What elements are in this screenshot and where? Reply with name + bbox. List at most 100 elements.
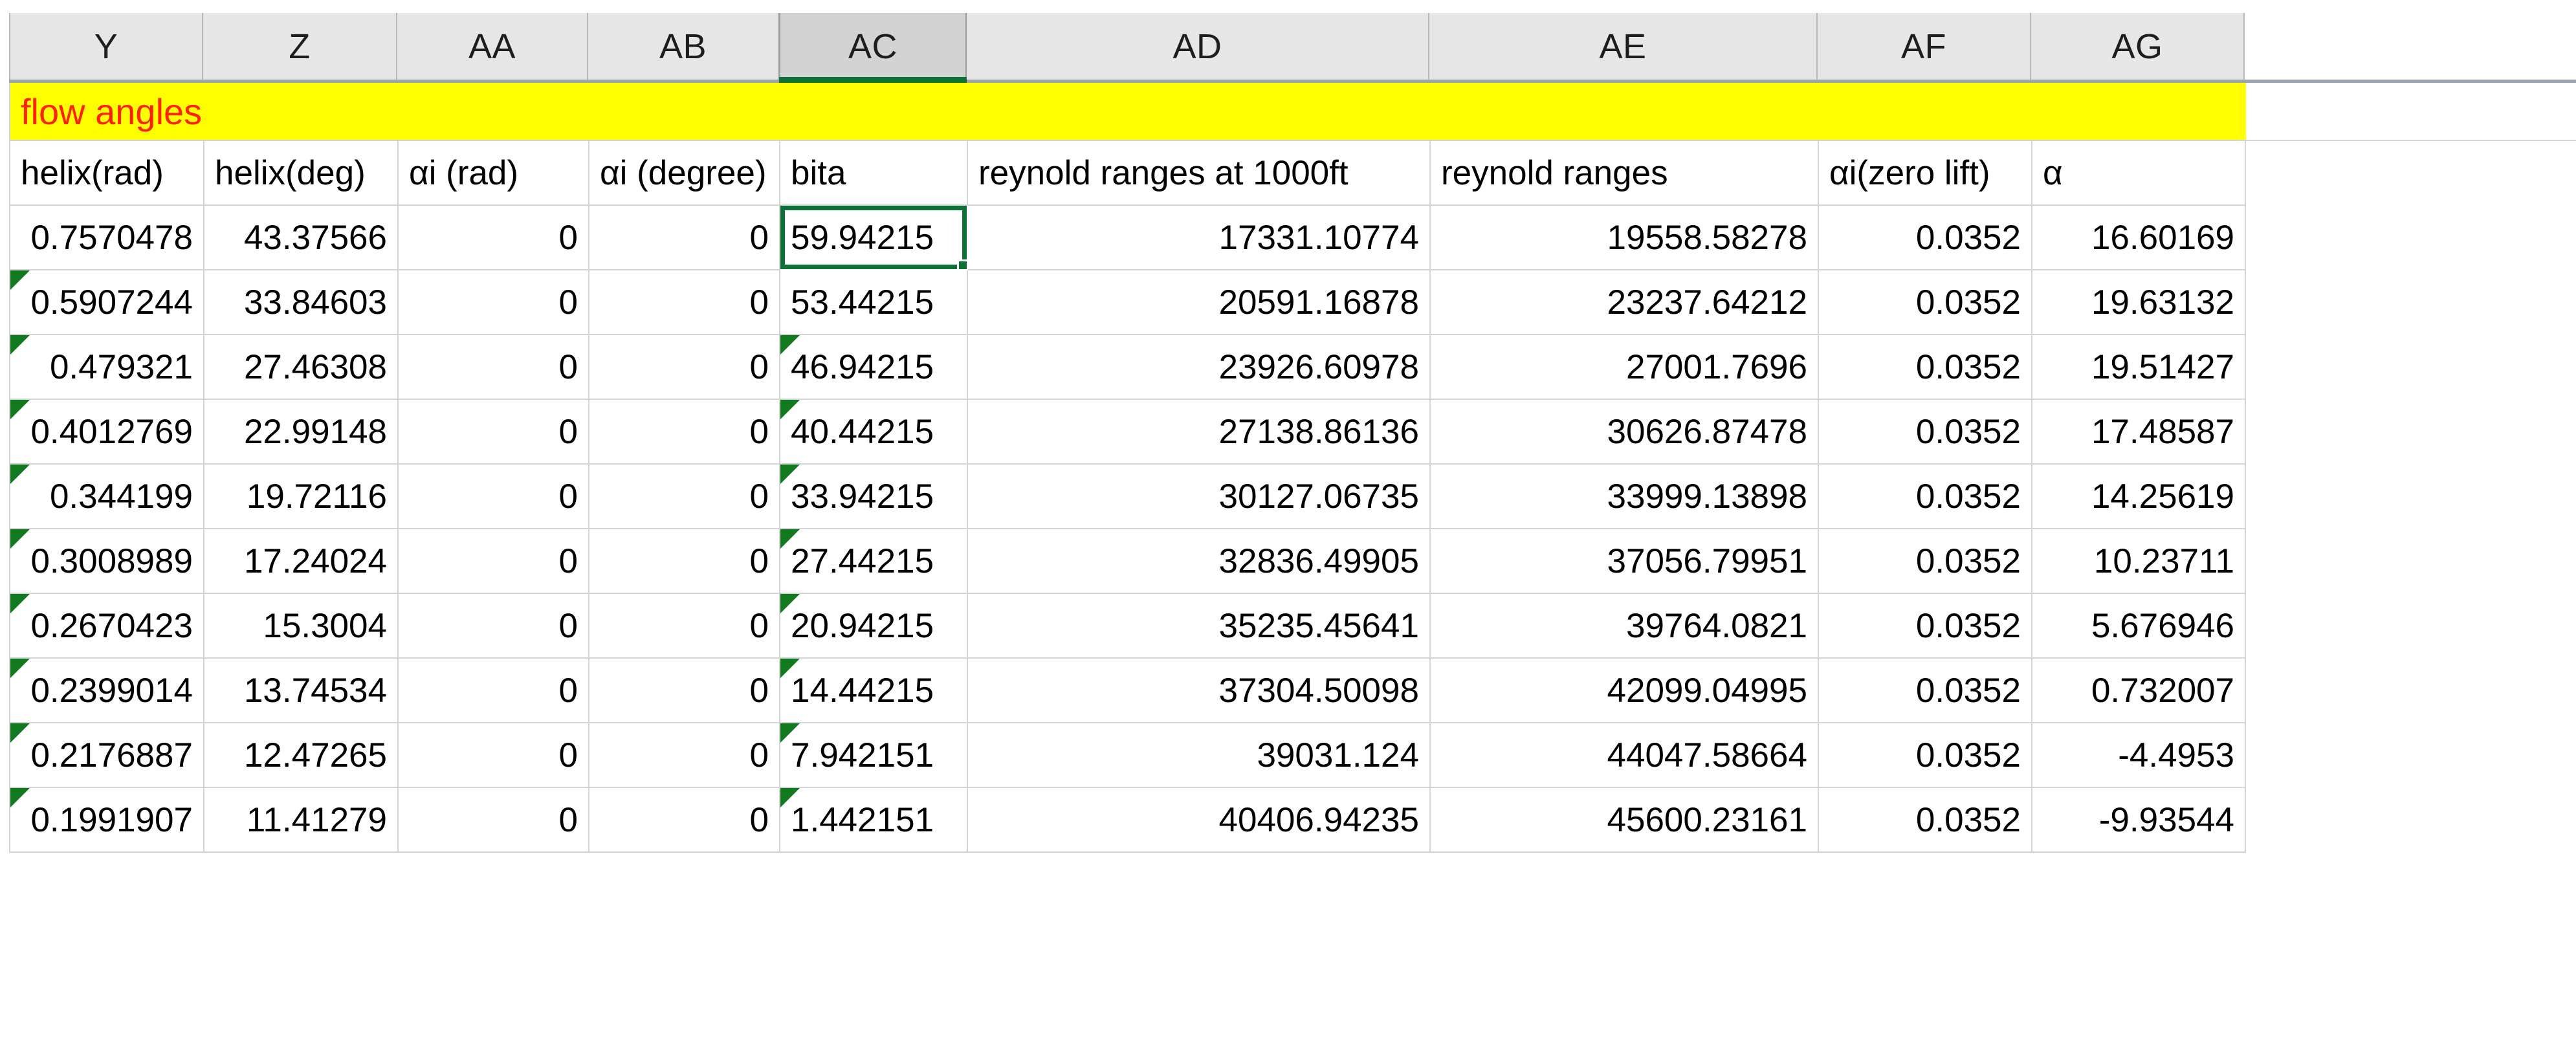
cell-reynold-ranges[interactable]: 45600.23161 — [1431, 788, 1819, 853]
cell-reynold-1000ft[interactable]: 23926.60978 — [968, 335, 1431, 400]
column-header-af[interactable]: AF — [1818, 13, 2031, 80]
cell-alpha[interactable]: 16.60169 — [2032, 206, 2246, 270]
cell-helix-deg[interactable]: 19.72116 — [204, 465, 399, 529]
cell-reynold-1000ft[interactable]: 30127.06735 — [968, 465, 1431, 529]
column-header-y[interactable]: Y — [9, 13, 203, 80]
cell-ai-degree[interactable]: 0 — [589, 335, 780, 400]
cell-helix-rad[interactable]: 0.7570478 — [10, 206, 204, 270]
cell-bita[interactable]: 14.44215 — [780, 659, 968, 723]
cell-reynold-1000ft[interactable]: 32836.49905 — [968, 529, 1431, 594]
cell-ai-zero-lift[interactable]: 0.0352 — [1819, 335, 2032, 400]
cell-ai-rad[interactable]: 0 — [399, 335, 589, 400]
cell-ai-zero-lift[interactable]: 0.0352 — [1819, 529, 2032, 594]
cell-helix-deg[interactable]: 33.84603 — [204, 270, 399, 335]
column-header-aa[interactable]: AA — [397, 13, 588, 80]
cell-alpha[interactable]: -9.93544 — [2032, 788, 2246, 853]
cell-reynold-1000ft[interactable]: 27138.86136 — [968, 400, 1431, 465]
cell-reynold-ranges[interactable]: 42099.04995 — [1431, 659, 1819, 723]
cell-ai-degree[interactable]: 0 — [589, 270, 780, 335]
cell-ai-degree[interactable]: 0 — [589, 465, 780, 529]
cell-reynold-ranges[interactable]: 27001.7696 — [1431, 335, 1819, 400]
field-label-2[interactable]: αi (rad) — [399, 141, 589, 206]
cell-ai-rad[interactable]: 0 — [399, 270, 589, 335]
field-label-8[interactable]: α — [2032, 141, 2246, 206]
cell-helix-rad[interactable]: 0.5907244 — [10, 270, 204, 335]
field-label-4[interactable]: bita — [780, 141, 968, 206]
cell-ai-rad[interactable]: 0 — [399, 788, 589, 853]
field-label-1[interactable]: helix(deg) — [204, 141, 399, 206]
cell-helix-deg[interactable]: 13.74534 — [204, 659, 399, 723]
cell-ai-rad[interactable]: 0 — [399, 400, 589, 465]
cell-reynold-1000ft[interactable]: 40406.94235 — [968, 788, 1431, 853]
cell-ai-zero-lift[interactable]: 0.0352 — [1819, 206, 2032, 270]
column-header-ae[interactable]: AE — [1429, 13, 1818, 80]
cell-alpha[interactable]: 17.48587 — [2032, 400, 2246, 465]
column-header-ab[interactable]: AB — [588, 13, 779, 80]
cell-helix-deg[interactable]: 17.24024 — [204, 529, 399, 594]
cell-reynold-ranges[interactable]: 19558.58278 — [1431, 206, 1819, 270]
cell-helix-deg[interactable]: 27.46308 — [204, 335, 399, 400]
cell-bita[interactable]: 40.44215 — [780, 400, 968, 465]
cell-ai-degree[interactable]: 0 — [589, 659, 780, 723]
field-label-3[interactable]: αi (degree) — [589, 141, 780, 206]
cell-bita[interactable]: 20.94215 — [780, 594, 968, 659]
cell-helix-deg[interactable]: 22.99148 — [204, 400, 399, 465]
cell-reynold-ranges[interactable]: 30626.87478 — [1431, 400, 1819, 465]
cell-reynold-1000ft[interactable]: 35235.45641 — [968, 594, 1431, 659]
cell-alpha[interactable]: 19.63132 — [2032, 270, 2246, 335]
column-header-ac[interactable]: AC — [779, 13, 967, 80]
cell-ai-rad[interactable]: 0 — [399, 723, 589, 788]
cell-helix-rad[interactable]: 0.3008989 — [10, 529, 204, 594]
cell-ai-zero-lift[interactable]: 0.0352 — [1819, 594, 2032, 659]
cell-helix-rad[interactable]: 0.479321 — [10, 335, 204, 400]
cell-alpha[interactable]: 10.23711 — [2032, 529, 2246, 594]
cell-ai-degree[interactable]: 0 — [589, 529, 780, 594]
cell-reynold-1000ft[interactable]: 17331.10774 — [968, 206, 1431, 270]
banner-title[interactable]: flow angles — [10, 83, 2246, 140]
cell-ai-zero-lift[interactable]: 0.0352 — [1819, 659, 2032, 723]
cell-bita[interactable]: 53.44215 — [780, 270, 968, 335]
cell-reynold-ranges[interactable]: 44047.58664 — [1431, 723, 1819, 788]
cell-ai-degree[interactable]: 0 — [589, 400, 780, 465]
cell-ai-zero-lift[interactable]: 0.0352 — [1819, 465, 2032, 529]
cell-ai-rad[interactable]: 0 — [399, 465, 589, 529]
cell-reynold-1000ft[interactable]: 39031.124 — [968, 723, 1431, 788]
cell-bita[interactable]: 27.44215 — [780, 529, 968, 594]
field-label-7[interactable]: αi(zero lift) — [1819, 141, 2032, 206]
fill-handle[interactable] — [957, 259, 968, 270]
cell-ai-rad[interactable]: 0 — [399, 659, 589, 723]
cell-alpha[interactable]: 5.676946 — [2032, 594, 2246, 659]
cell-ai-zero-lift[interactable]: 0.0352 — [1819, 788, 2032, 853]
column-header-ad[interactable]: AD — [967, 13, 1429, 80]
column-header-ag[interactable]: AG — [2031, 13, 2245, 80]
cell-helix-rad[interactable]: 0.2670423 — [10, 594, 204, 659]
cell-ai-rad[interactable]: 0 — [399, 594, 589, 659]
cell-helix-rad[interactable]: 0.1991907 — [10, 788, 204, 853]
cell-bita[interactable]: 33.94215 — [780, 465, 968, 529]
cell-ai-rad[interactable]: 0 — [399, 206, 589, 270]
cell-ai-zero-lift[interactable]: 0.0352 — [1819, 400, 2032, 465]
cell-reynold-ranges[interactable]: 23237.64212 — [1431, 270, 1819, 335]
field-label-0[interactable]: helix(rad) — [10, 141, 204, 206]
cell-ai-degree[interactable]: 0 — [589, 594, 780, 659]
cell-ai-rad[interactable]: 0 — [399, 529, 589, 594]
cell-ai-degree[interactable]: 0 — [589, 206, 780, 270]
cell-helix-deg[interactable]: 43.37566 — [204, 206, 399, 270]
cell-ai-degree[interactable]: 0 — [589, 788, 780, 853]
cell-helix-rad[interactable]: 0.2399014 — [10, 659, 204, 723]
cell-reynold-ranges[interactable]: 39764.0821 — [1431, 594, 1819, 659]
cell-bita[interactable]: 59.94215 — [780, 206, 968, 270]
cell-helix-rad[interactable]: 0.344199 — [10, 465, 204, 529]
cell-alpha[interactable]: 14.25619 — [2032, 465, 2246, 529]
cell-bita[interactable]: 46.94215 — [780, 335, 968, 400]
column-header-z[interactable]: Z — [203, 13, 397, 80]
field-label-5[interactable]: reynold ranges at 1000ft — [968, 141, 1431, 206]
cell-reynold-1000ft[interactable]: 20591.16878 — [968, 270, 1431, 335]
cell-helix-deg[interactable]: 12.47265 — [204, 723, 399, 788]
cell-ai-zero-lift[interactable]: 0.0352 — [1819, 723, 2032, 788]
cell-bita[interactable]: 1.442151 — [780, 788, 968, 853]
cell-bita[interactable]: 7.942151 — [780, 723, 968, 788]
cell-reynold-1000ft[interactable]: 37304.50098 — [968, 659, 1431, 723]
cell-alpha[interactable]: -4.4953 — [2032, 723, 2246, 788]
cell-helix-deg[interactable]: 15.3004 — [204, 594, 399, 659]
